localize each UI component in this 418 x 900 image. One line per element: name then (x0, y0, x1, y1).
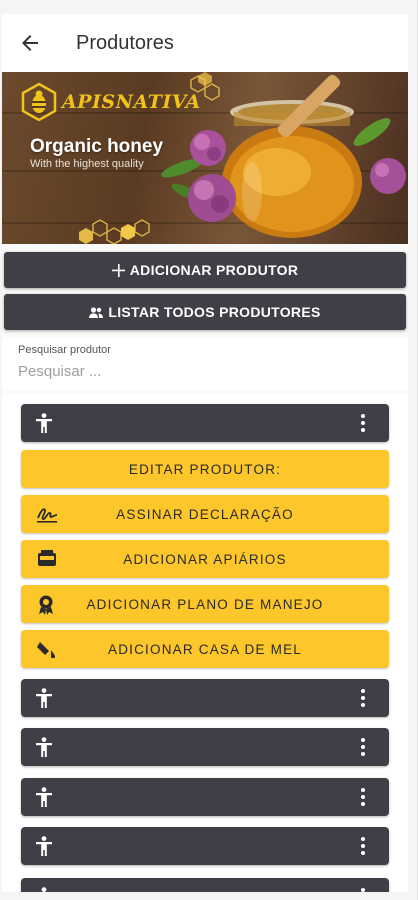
producer-row[interactable] (21, 679, 389, 717)
plus-icon (111, 263, 125, 277)
brand-name: APISNATIVA (62, 91, 201, 113)
page-title: Produtores (76, 31, 174, 54)
app-bar: Produtores (2, 14, 408, 72)
award-icon (39, 595, 53, 615)
banner-title: Organic honey (30, 136, 164, 157)
search-field: Pesquisar produtor (2, 338, 408, 390)
producer-row[interactable] (21, 827, 389, 865)
arrow-back-icon (22, 35, 38, 51)
more-options-icon[interactable] (355, 738, 371, 756)
bee-hexagon-icon (21, 82, 57, 122)
add-honey-house-label: ADICIONAR CASA DE MEL (108, 641, 302, 657)
edit-producer-header: EDITAR PRODUTOR: (21, 450, 389, 488)
banner-image: APISNATIVA Organic honey With the highes… (2, 72, 408, 244)
edit-producer-label: EDITAR PRODUTOR: (128, 461, 282, 477)
add-apiaries-button[interactable]: ADICIONAR APIÁRIOS (21, 540, 389, 578)
person-icon (36, 737, 52, 757)
back-button[interactable] (8, 21, 52, 65)
producer-row[interactable] (21, 778, 389, 816)
producer-row[interactable] (21, 878, 389, 892)
producer-list: EDITAR PRODUTOR: ASSINAR DECLARAÇÃO ADIC… (2, 394, 408, 892)
person-icon (36, 787, 52, 807)
apiary-icon (38, 550, 56, 566)
more-options-icon[interactable] (355, 788, 371, 806)
person-icon (36, 413, 52, 433)
more-options-icon[interactable] (355, 689, 371, 707)
sign-declaration-button[interactable]: ASSINAR DECLARAÇÃO (21, 495, 389, 533)
add-producer-label: ADICIONAR PRODUTOR (129, 262, 299, 278)
search-input[interactable] (18, 360, 388, 382)
more-options-icon[interactable] (355, 837, 371, 855)
producer-row[interactable] (21, 404, 389, 442)
sign-declaration-label: ASSINAR DECLARAÇÃO (116, 506, 294, 522)
banner-subtitle: With the highest quality (30, 158, 144, 170)
screen-frame: Produtores APISNATIVA Organic honey With… (0, 0, 418, 900)
add-apiaries-label: ADICIONAR APIÁRIOS (123, 551, 287, 567)
people-icon (89, 306, 104, 318)
brand-logo: APISNATIVA (20, 82, 201, 122)
add-management-plan-label: ADICIONAR PLANO DE MANEJO (86, 596, 324, 612)
more-options-icon[interactable] (355, 888, 371, 892)
add-management-plan-button[interactable]: ADICIONAR PLANO DE MANEJO (21, 585, 389, 623)
person-icon (36, 836, 52, 856)
producer-row[interactable] (21, 728, 389, 766)
person-icon (41, 887, 47, 892)
list-producers-button[interactable]: LISTAR TODOS PRODUTORES (4, 294, 406, 330)
add-producer-button[interactable]: ADICIONAR PRODUTOR (4, 252, 406, 288)
search-label: Pesquisar produtor (18, 344, 111, 356)
app-screen: Produtores APISNATIVA Organic honey With… (2, 14, 408, 892)
list-producers-label: LISTAR TODOS PRODUTORES (108, 304, 321, 320)
person-icon (36, 688, 52, 708)
signature-icon (37, 508, 58, 523)
add-honey-house-button[interactable]: ADICIONAR CASA DE MEL (21, 630, 389, 668)
honey-house-icon (37, 642, 55, 658)
more-options-icon[interactable] (355, 414, 371, 432)
